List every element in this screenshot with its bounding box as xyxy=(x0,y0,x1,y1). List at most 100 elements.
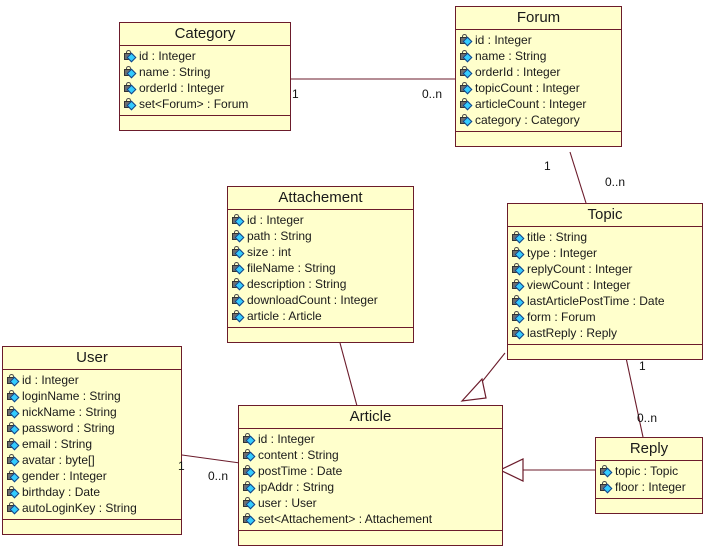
private-attribute-lock-icon xyxy=(6,437,21,451)
attribute-row: autoLoginKey : String xyxy=(3,500,181,516)
private-attribute-lock-icon xyxy=(459,113,474,127)
attribute-label: name : String xyxy=(139,65,211,79)
multiplicity-label-forum-topic-source: 1 xyxy=(544,159,551,173)
attribute-label: email : String xyxy=(22,437,93,451)
class-title-forum: Forum xyxy=(456,7,621,30)
class-title-user: User xyxy=(3,347,181,370)
uml-diagram-canvas: Category id : Integer name : String orde… xyxy=(0,0,718,548)
attribute-row: lastReply : Reply xyxy=(508,325,702,341)
attribute-row: type : Integer xyxy=(508,245,702,261)
attribute-label: password : String xyxy=(22,421,115,435)
class-box-topic[interactable]: Topic title : String type : Integer repl… xyxy=(507,203,703,360)
attribute-row: articleCount : Integer xyxy=(456,96,621,112)
attribute-label: gender : Integer xyxy=(22,469,107,483)
attribute-row: user : User xyxy=(239,495,502,511)
attribute-label: loginName : String xyxy=(22,389,121,403)
attribute-label: id : Integer xyxy=(258,432,315,446)
attribute-label: id : Integer xyxy=(475,33,532,47)
attribute-row: path : String xyxy=(228,228,413,244)
attribute-row: topicCount : Integer xyxy=(456,80,621,96)
attribute-row: size : int xyxy=(228,244,413,260)
attribute-label: nickName : String xyxy=(22,405,117,419)
private-attribute-lock-icon xyxy=(123,49,138,63)
attribute-row: nickName : String xyxy=(3,404,181,420)
attribute-row: downloadCount : Integer xyxy=(228,292,413,308)
multiplicity-label-topic-reply-target: 0..n xyxy=(637,411,658,425)
class-operations-forum xyxy=(456,132,621,146)
attribute-label: lastArticlePostTime : Date xyxy=(527,294,665,308)
attribute-row: birthday : Date xyxy=(3,484,181,500)
class-title-category: Category xyxy=(120,23,290,46)
class-title-topic: Topic xyxy=(508,204,702,227)
line-user-article xyxy=(181,454,241,464)
attribute-label: orderId : Integer xyxy=(475,65,561,79)
private-attribute-lock-icon xyxy=(511,278,526,292)
line-attachement-article xyxy=(339,342,358,407)
attribute-row: fileName : String xyxy=(228,260,413,276)
attribute-label: postTime : Date xyxy=(258,464,343,478)
class-title-attachement: Attachement xyxy=(228,187,413,210)
attribute-row: title : String xyxy=(508,229,702,245)
attribute-row: loginName : String xyxy=(3,388,181,404)
private-attribute-lock-icon xyxy=(459,33,474,47)
class-operations-user xyxy=(3,520,181,534)
attribute-label: downloadCount : Integer xyxy=(247,293,378,307)
attribute-row: avatar : byte[] xyxy=(3,452,181,468)
attribute-row: postTime : Date xyxy=(239,463,502,479)
private-attribute-lock-icon xyxy=(123,65,138,79)
line-forum-topic xyxy=(569,151,587,204)
attribute-row: topic : Topic xyxy=(596,463,702,479)
multiplicity-label-category-forum-source: 1 xyxy=(292,87,299,101)
private-attribute-lock-icon xyxy=(231,261,246,275)
attribute-row: set<Forum> : Forum xyxy=(120,96,290,112)
class-operations-article xyxy=(239,531,502,545)
private-attribute-lock-icon xyxy=(511,294,526,308)
attribute-label: avatar : byte[] xyxy=(22,453,95,467)
multiplicity-label-topic-reply-source: 1 xyxy=(639,359,646,373)
class-box-attachement[interactable]: Attachement id : Integer path : String s… xyxy=(227,186,414,343)
attribute-row: email : String xyxy=(3,436,181,452)
class-attributes-attachement: id : Integer path : String size : int fi… xyxy=(228,210,413,328)
class-operations-reply xyxy=(596,499,702,513)
attribute-label: fileName : String xyxy=(247,261,336,275)
attribute-label: set<Attachement> : Attachement xyxy=(258,512,433,526)
class-box-user[interactable]: User id : Integer loginName : String nic… xyxy=(2,346,182,535)
attribute-label: category : Category xyxy=(475,113,580,127)
class-attributes-category: id : Integer name : String orderId : Int… xyxy=(120,46,290,116)
private-attribute-lock-icon xyxy=(231,229,246,243)
private-attribute-lock-icon xyxy=(459,49,474,63)
class-box-category[interactable]: Category id : Integer name : String orde… xyxy=(119,22,291,131)
private-attribute-lock-icon xyxy=(242,432,257,446)
generalization-arrowhead-reply-article xyxy=(498,458,524,482)
attribute-row: floor : Integer xyxy=(596,479,702,495)
multiplicity-label-category-forum-target: 0..n xyxy=(422,87,443,101)
private-attribute-lock-icon xyxy=(6,405,21,419)
class-box-article[interactable]: Article id : Integer content : String po… xyxy=(238,405,503,546)
attribute-label: id : Integer xyxy=(22,373,79,387)
attribute-label: lastReply : Reply xyxy=(527,326,618,340)
class-attributes-article: id : Integer content : String postTime :… xyxy=(239,429,502,531)
attribute-label: article : Article xyxy=(247,309,322,323)
attribute-label: form : Forum xyxy=(527,310,596,324)
attribute-label: description : String xyxy=(247,277,347,291)
class-attributes-user: id : Integer loginName : String nickName… xyxy=(3,370,181,520)
attribute-row: replyCount : Integer xyxy=(508,261,702,277)
attribute-label: set<Forum> : Forum xyxy=(139,97,249,111)
attribute-row: id : Integer xyxy=(228,212,413,228)
attribute-label: floor : Integer xyxy=(615,480,686,494)
private-attribute-lock-icon xyxy=(511,310,526,324)
class-attributes-forum: id : Integer name : String orderId : Int… xyxy=(456,30,621,132)
attribute-label: autoLoginKey : String xyxy=(22,501,137,515)
private-attribute-lock-icon xyxy=(511,262,526,276)
attribute-label: ipAddr : String xyxy=(258,480,335,494)
attribute-label: articleCount : Integer xyxy=(475,97,587,111)
attribute-row: orderId : Integer xyxy=(120,80,290,96)
attribute-row: password : String xyxy=(3,420,181,436)
attribute-label: birthday : Date xyxy=(22,485,101,499)
line-topic-article-generalization xyxy=(476,352,506,389)
class-box-forum[interactable]: Forum id : Integer name : String orderId… xyxy=(455,6,622,147)
private-attribute-lock-icon xyxy=(231,245,246,259)
private-attribute-lock-icon xyxy=(242,512,257,526)
attribute-row: orderId : Integer xyxy=(456,64,621,80)
class-box-reply[interactable]: Reply topic : Topic floor : Integer xyxy=(595,437,703,514)
